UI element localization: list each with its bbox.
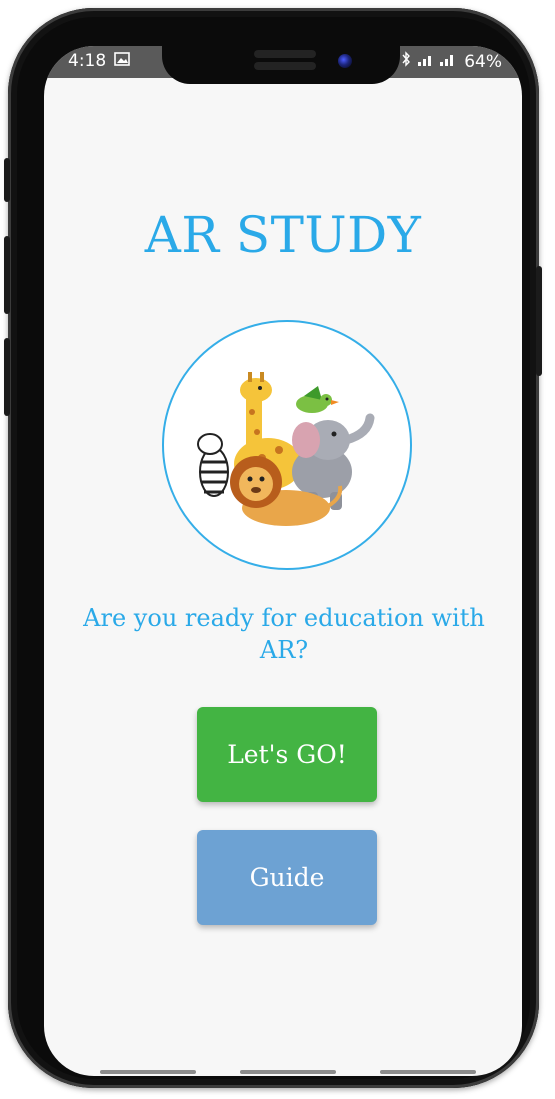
lets-go-label: Let's GO! [227, 740, 347, 769]
screen: 4:18 64% AR STUDY Are you ready for educ… [44, 46, 522, 1076]
status-time: 4:18 [68, 51, 107, 71]
nav-indicator[interactable] [100, 1070, 196, 1074]
lets-go-button[interactable]: Let's GO! [197, 707, 377, 802]
notch [162, 46, 400, 84]
speaker-grille [254, 62, 316, 70]
volume-up-button [4, 236, 10, 314]
gallery-icon [114, 51, 130, 71]
volume-down-button [4, 338, 10, 416]
guide-button[interactable]: Guide [197, 830, 377, 925]
bluetooth-icon [401, 51, 412, 72]
speaker-grille [254, 50, 316, 58]
navigation-bar [44, 1066, 522, 1076]
parrot-icon [296, 386, 339, 413]
app-title: AR STUDY [144, 206, 422, 264]
zebra-icon [197, 433, 229, 497]
question-text: Are you ready for education with AR? [83, 604, 485, 664]
guide-label: Guide [249, 863, 325, 892]
front-camera [338, 54, 352, 68]
battery-percent: 64% [464, 51, 502, 72]
signal-icon [418, 51, 458, 72]
animals-logo [162, 320, 412, 570]
phone-frame: 4:18 64% AR STUDY Are you ready for educ… [4, 8, 542, 1088]
nav-indicator[interactable] [240, 1070, 336, 1074]
volume-button [4, 158, 10, 202]
nav-indicator[interactable] [380, 1070, 476, 1074]
power-button [536, 266, 542, 376]
